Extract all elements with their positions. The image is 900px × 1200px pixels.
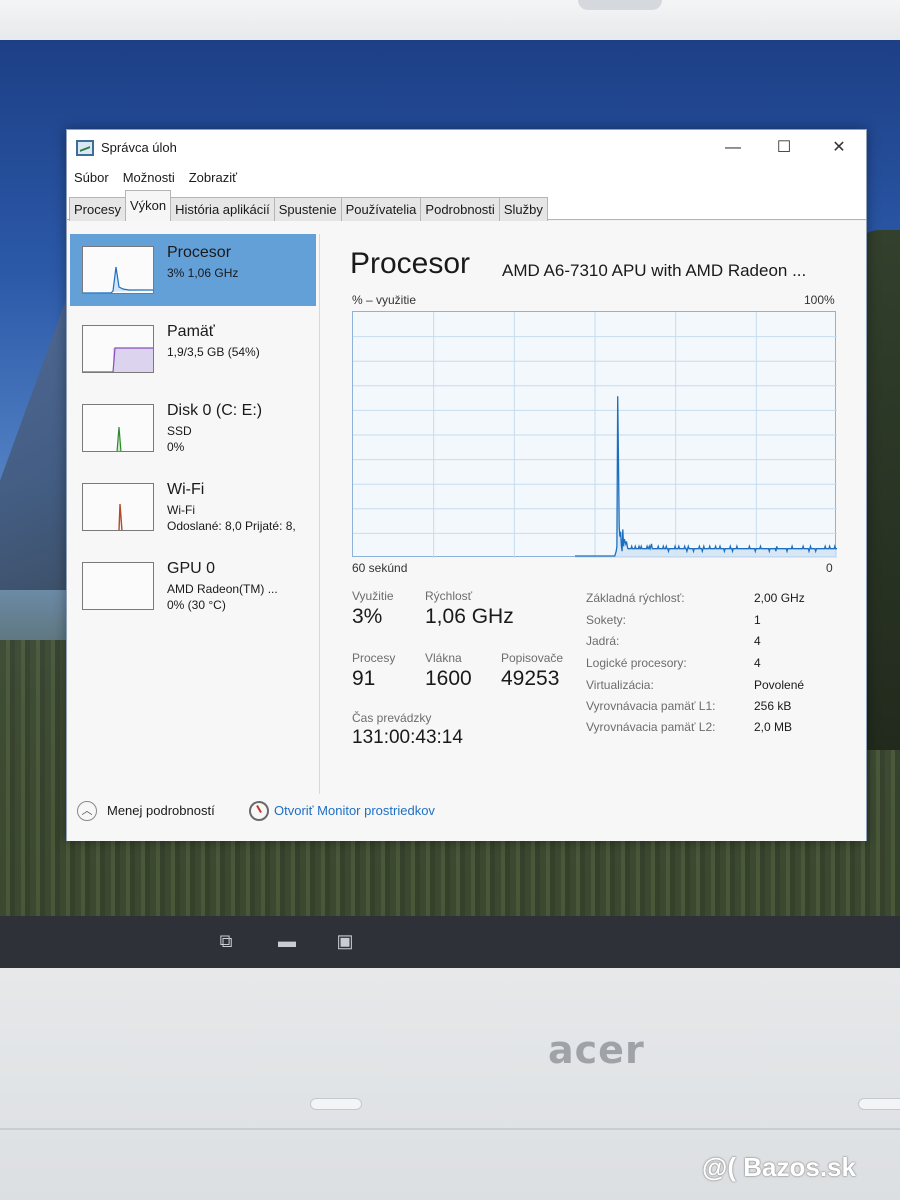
- spec-base-speed-value: 2,00 GHz: [754, 591, 805, 605]
- spec-cores-label: Jadrá:: [586, 634, 620, 648]
- performance-panel: Procesor 3% 1,06 GHz Pamäť 1,9/3,5 GB (5…: [67, 221, 866, 841]
- spec-logical-value: 4: [754, 656, 761, 670]
- tab-vykon[interactable]: Výkon: [124, 190, 172, 221]
- resource-item-memory[interactable]: Pamäť 1,9/3,5 GB (54%): [70, 313, 316, 385]
- spec-sockets-value: 1: [754, 613, 761, 627]
- bezel-line: [0, 1128, 900, 1130]
- resource-detail: 1,9/3,5 GB (54%): [167, 345, 260, 359]
- resource-list: Procesor 3% 1,06 GHz Pamäť 1,9/3,5 GB (5…: [70, 234, 320, 794]
- tab-spustenie[interactable]: Spustenie: [273, 197, 342, 223]
- resource-item-gpu[interactable]: GPU 0 AMD Radeon(TM) ... 0% (30 °C): [70, 550, 316, 622]
- resource-item-wifi[interactable]: Wi-Fi Wi-Fi Odoslané: 8,0 Prijaté: 8,: [70, 471, 316, 543]
- resource-item-disk[interactable]: Disk 0 (C: E:) SSD 0%: [70, 392, 316, 464]
- threads-value: 1600: [425, 667, 472, 690]
- axis-label-end: 0: [826, 561, 833, 575]
- cpu-model: AMD A6-7310 APU with AMD Radeon ...: [502, 261, 807, 280]
- detail-title: Procesor: [350, 247, 471, 280]
- spec-base-speed-label: Základná rýchlosť:: [586, 591, 685, 605]
- menu-bar: Súbor Možnosti Zobraziť: [67, 166, 866, 190]
- resource-monitor-icon[interactable]: [249, 801, 269, 821]
- menu-subor[interactable]: Súbor: [74, 166, 109, 190]
- spec-l1-value: 256 kB: [754, 699, 792, 713]
- speed-value: 1,06 GHz: [425, 605, 514, 628]
- taskbar: ⧉ ▬ ▣: [0, 916, 900, 968]
- cpu-usage-chart: [353, 312, 837, 558]
- file-explorer-icon[interactable]: ▬: [275, 930, 299, 952]
- cpu-usage-graph: [352, 311, 837, 558]
- laptop-bezel-top: [0, 0, 900, 40]
- utilization-value: 3%: [352, 605, 383, 628]
- cpu-usage-line: [575, 396, 837, 557]
- spec-sockets-label: Sokety:: [586, 613, 627, 627]
- tab-podrobnosti[interactable]: Podrobnosti: [420, 197, 500, 223]
- maximize-button[interactable]: ☐: [770, 136, 798, 160]
- footer: ︿ Menej podrobností Otvoriť Monitor pros…: [67, 791, 866, 831]
- graph-label-max: 100%: [804, 293, 835, 307]
- tab-pouzivatelia[interactable]: Používatelia: [340, 197, 422, 223]
- task-manager-taskbar-icon[interactable]: ▣: [333, 930, 357, 952]
- spec-virtualization-label: Virtualizácia:: [586, 678, 654, 692]
- uptime-label: Čas prevádzky: [352, 711, 432, 725]
- cpu-detail: Procesor AMD A6-7310 APU with AMD Radeon…: [350, 221, 860, 801]
- acer-logo: acer: [548, 1028, 645, 1072]
- resource-detail-2: 0% (30 °C): [167, 598, 226, 612]
- tab-procesy[interactable]: Procesy: [69, 197, 126, 223]
- resource-detail: AMD Radeon(TM) ...: [167, 582, 278, 596]
- resource-name: Wi-Fi: [167, 481, 205, 498]
- bazos-watermark: @( Bazos.sk: [702, 1152, 856, 1182]
- minimize-button[interactable]: —: [719, 136, 747, 160]
- resource-name: GPU 0: [167, 560, 216, 577]
- hinge-right: [858, 1098, 900, 1110]
- handles-label: Popisovače: [501, 651, 564, 665]
- hinge-left: [310, 1098, 362, 1110]
- resource-name: Pamäť: [167, 323, 215, 340]
- tab-bar: Procesy Výkon História aplikácií Spustenie P…: [67, 190, 866, 223]
- gpu-thumbnail: [82, 562, 154, 610]
- tab-sluzby[interactable]: Služby: [498, 197, 548, 223]
- processes-label: Procesy: [352, 651, 396, 665]
- fewer-details-link[interactable]: Menej podrobností: [107, 803, 215, 818]
- tab-historia-aplikacii[interactable]: História aplikácií: [170, 197, 275, 223]
- handles-value: 49253: [501, 667, 560, 690]
- title-bar: Správca úloh — ☐ ✕: [67, 130, 866, 166]
- uptime-value: 131:00:43:14: [352, 727, 463, 748]
- spec-virtualization-value: Povolené: [754, 678, 805, 692]
- utilization-label: Využitie: [352, 589, 394, 603]
- task-manager-window: Správca úloh — ☐ ✕ Súbor Možnosti Zobraziť…: [66, 129, 867, 841]
- spec-l1-label: Vyrovnávacia pamäť L1:: [586, 699, 716, 713]
- window-title: Správca úloh: [101, 140, 177, 155]
- task-view-icon[interactable]: ⧉: [214, 930, 238, 952]
- spec-logical-label: Logické procesory:: [586, 656, 687, 670]
- resource-name: Disk 0 (C: E:): [167, 402, 263, 419]
- close-button[interactable]: ✕: [825, 136, 853, 160]
- task-manager-icon: [76, 140, 94, 156]
- axis-label-start: 60 sekúnd: [352, 561, 408, 575]
- threads-label: Vlákna: [425, 651, 462, 665]
- processes-value: 91: [352, 667, 376, 690]
- resource-detail-2: 0%: [167, 440, 185, 454]
- menu-zobrazit[interactable]: Zobraziť: [189, 166, 237, 190]
- resource-name: Procesor: [167, 244, 232, 261]
- webcam-notch: [578, 0, 662, 10]
- spec-l2-label: Vyrovnávacia pamäť L2:: [586, 720, 716, 734]
- spec-l2-value: 2,0 MB: [754, 720, 793, 734]
- wifi-thumbnail: [82, 483, 154, 531]
- resource-detail-2: Odoslané: 8,0 Prijaté: 8,: [167, 519, 296, 533]
- disk-thumbnail: [82, 404, 154, 452]
- menu-moznosti[interactable]: Možnosti: [123, 166, 175, 190]
- memory-thumbnail: [82, 325, 154, 373]
- resource-detail: SSD: [167, 424, 192, 438]
- resource-item-cpu[interactable]: Procesor 3% 1,06 GHz: [70, 234, 316, 306]
- speed-label: Rýchlosť: [425, 589, 473, 603]
- resource-detail: 3% 1,06 GHz: [167, 266, 239, 280]
- cpu-thumbnail: [82, 246, 154, 294]
- chevron-up-icon[interactable]: ︿: [77, 801, 97, 821]
- graph-label-usage: % – využitie: [352, 293, 417, 307]
- open-resource-monitor-link[interactable]: Otvoriť Monitor prostriedkov: [274, 803, 435, 818]
- resource-detail: Wi-Fi: [167, 503, 195, 517]
- spec-cores-value: 4: [754, 634, 761, 648]
